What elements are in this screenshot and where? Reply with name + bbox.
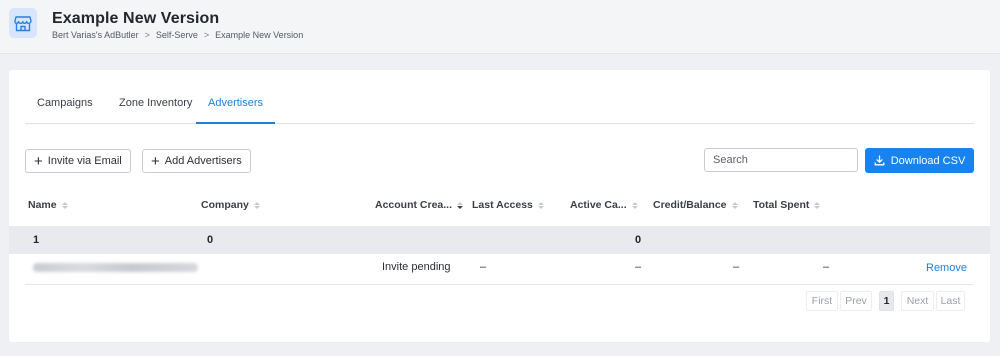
breadcrumb-item-self-serve[interactable]: Self-Serve [156,30,198,40]
total-spent-cell: – [823,261,830,273]
add-advertisers-button[interactable]: + Add Advertisers [142,149,251,173]
account-created-cell: Invite pending [382,261,451,273]
invite-via-email-button[interactable]: + Invite via Email [25,149,131,173]
column-header-company[interactable]: Company [201,199,260,211]
tab-advertisers[interactable]: Advertisers [196,97,276,124]
sort-icon [253,201,260,209]
column-header-label: Credit/Balance [653,199,727,211]
pagination-prev[interactable]: Prev [840,291,872,311]
active-campaigns-cell: – [635,261,642,273]
tab-zone-inventory[interactable]: Zone Inventory [119,97,192,124]
pagination-first[interactable]: First [806,291,838,311]
download-icon [874,155,885,166]
breadcrumb-item-account[interactable]: Bert Varias's AdButler [52,30,139,40]
pagination-last[interactable]: Last [936,291,965,311]
breadcrumb: Bert Varias's AdButler > Self-Serve > Ex… [52,30,303,40]
tab-bar: Campaigns Zone Inventory Advertisers [25,93,974,124]
column-header-label: Last Access [472,199,533,211]
column-header-label: Total Spent [753,199,810,211]
pagination-page-1[interactable]: 1 [879,291,894,311]
sort-icon [731,201,738,209]
store-icon [9,8,37,38]
tab-campaigns[interactable]: Campaigns [37,97,93,124]
sort-icon [631,201,638,209]
plus-icon: + [34,152,43,170]
credit-balance-cell: – [733,261,740,273]
summary-active-campaigns: 0 [635,234,642,246]
last-access-cell: – [480,261,487,273]
remove-link[interactable]: Remove [926,262,967,274]
pagination-next[interactable]: Next [901,291,934,311]
sort-icon [61,201,68,209]
plus-icon: + [151,152,160,170]
column-header-account-created[interactable]: Account Crea... [375,199,464,211]
sort-icon [537,201,544,209]
summary-name-count: 1 [33,234,40,246]
page-header: Example New Version Bert Varias's AdButl… [0,0,1000,54]
invite-via-email-label: Invite via Email [47,155,122,167]
page-title: Example New Version [52,10,220,27]
column-header-total-spent[interactable]: Total Spent [753,199,821,211]
column-header-label: Name [28,199,57,211]
column-header-credit-balance[interactable]: Credit/Balance [653,199,738,211]
add-advertisers-label: Add Advertisers [164,155,242,167]
download-csv-label: Download CSV [890,154,966,167]
breadcrumb-item-current: Example New Version [215,30,304,40]
summary-company-count: 0 [207,234,214,246]
search-input[interactable] [704,148,858,172]
sort-desc-icon [457,201,464,209]
table-row: Invite pending – – – – Remove [25,254,974,285]
column-header-label: Account Crea... [375,199,453,211]
breadcrumb-separator: > [144,30,150,40]
advertisers-card: Campaigns Zone Inventory Advertisers + I… [9,70,990,342]
column-header-name[interactable]: Name [28,199,68,211]
summary-row: 1 0 0 [9,226,990,254]
sort-icon [814,201,821,209]
redacted-email [33,263,198,272]
column-header-label: Company [201,199,249,211]
column-header-active-campaigns[interactable]: Active Ca... [570,199,638,211]
breadcrumb-separator: > [203,30,210,40]
download-csv-button[interactable]: Download CSV [865,148,974,173]
column-header-last-access[interactable]: Last Access [472,199,544,211]
column-header-label: Active Ca... [570,199,627,211]
